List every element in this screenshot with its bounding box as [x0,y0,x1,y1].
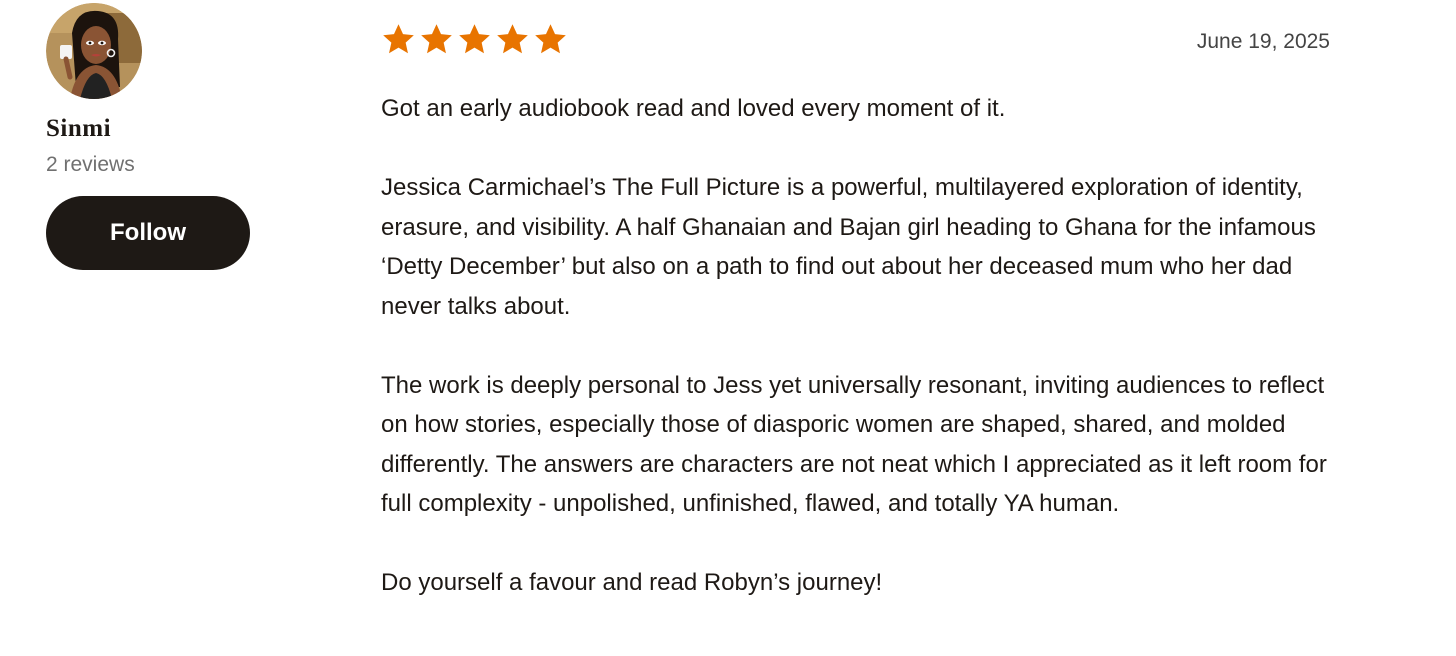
follow-button[interactable]: Follow [46,196,250,270]
reviewer-panel: Sinmi 2 reviews Follow [46,3,256,270]
review-paragraph: Jessica Carmichael’s The Full Picture is… [381,174,1316,320]
star-icon [421,24,452,54]
avatar[interactable] [46,3,142,99]
review-paragraph: Do yourself a favour and read Robyn’s jo… [381,569,883,596]
reviewer-name[interactable]: Sinmi [46,113,256,145]
review-card: Sinmi 2 reviews Follow June 19, 2025 Got… [0,0,1456,656]
star-icon [383,24,414,54]
review-date: June 19, 2025 [1196,30,1330,53]
reviewer-stats: 2 reviews [46,153,135,176]
star-icon [459,24,490,54]
review-header: June 19, 2025 [381,22,1341,64]
review-text: Got an early audiobook read and loved ev… [381,89,1341,603]
review-body: June 19, 2025 Got an early audiobook rea… [381,22,1341,603]
review-paragraph: The work is deeply personal to Jess yet … [381,371,1327,518]
review-paragraph: Got an early audiobook read and loved ev… [381,95,1006,122]
star-icon [497,24,528,54]
star-icon [535,24,566,54]
